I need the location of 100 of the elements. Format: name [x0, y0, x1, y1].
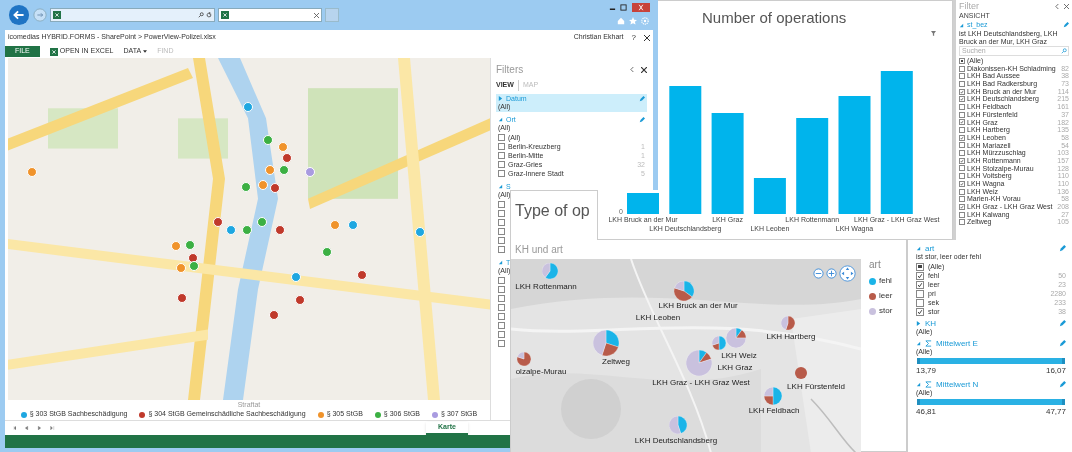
- map-marker[interactable]: [226, 225, 236, 235]
- map-marker[interactable]: [171, 241, 181, 251]
- checkbox[interactable]: [959, 173, 965, 180]
- map-marker[interactable]: [257, 217, 267, 227]
- bar[interactable]: [753, 178, 786, 214]
- checkbox[interactable]: [498, 210, 505, 217]
- pie-marker[interactable]: [795, 367, 807, 379]
- collapse-icon[interactable]: [916, 341, 921, 346]
- checkbox[interactable]: [498, 295, 505, 302]
- map-marker[interactable]: [241, 182, 251, 192]
- checkbox[interactable]: [959, 57, 965, 64]
- close-icon[interactable]: [1064, 3, 1069, 9]
- map-marker[interactable]: [357, 270, 367, 280]
- pie-marker[interactable]: [542, 263, 558, 279]
- zoom-out-icon[interactable]: [813, 268, 824, 279]
- checkbox[interactable]: [959, 203, 965, 210]
- map-marker[interactable]: [177, 293, 187, 303]
- checkbox[interactable]: [498, 286, 505, 293]
- checkbox[interactable]: [959, 96, 965, 103]
- back-icon[interactable]: [630, 67, 635, 72]
- map-marker[interactable]: [291, 272, 301, 282]
- close-icon[interactable]: [314, 12, 319, 18]
- bar[interactable]: [669, 86, 702, 214]
- checkbox[interactable]: [498, 331, 505, 338]
- checkbox[interactable]: [959, 165, 965, 172]
- search-icon[interactable]: [1061, 48, 1067, 54]
- collapse-icon[interactable]: [498, 260, 503, 265]
- checkbox[interactable]: [498, 152, 505, 159]
- checkbox[interactable]: [498, 340, 505, 347]
- map-marker[interactable]: [330, 220, 340, 230]
- bar[interactable]: [796, 118, 829, 214]
- back-icon[interactable]: [8, 4, 30, 26]
- maximize-icon[interactable]: [620, 4, 627, 11]
- map-marker[interactable]: [269, 310, 279, 320]
- pie-marker[interactable]: [593, 330, 619, 356]
- checkbox[interactable]: [959, 150, 965, 157]
- sheet-nav-icon[interactable]: [50, 426, 55, 430]
- checkbox[interactable]: [959, 73, 965, 80]
- map-marker[interactable]: [278, 142, 288, 152]
- map-marker[interactable]: [305, 167, 315, 177]
- checkbox[interactable]: [916, 289, 924, 298]
- checkbox[interactable]: [959, 157, 965, 164]
- pencil-icon[interactable]: [1059, 340, 1066, 347]
- checkbox[interactable]: [959, 88, 965, 95]
- pie-marker[interactable]: [686, 350, 712, 376]
- slider-handle[interactable]: [917, 358, 920, 364]
- map-marker[interactable]: [275, 225, 285, 235]
- search-icon[interactable]: [198, 12, 204, 18]
- checkbox[interactable]: [498, 313, 505, 320]
- checkbox[interactable]: [959, 127, 965, 134]
- checkbox[interactable]: [959, 65, 965, 72]
- sheet-nav-icon[interactable]: [37, 426, 42, 430]
- checkbox[interactable]: [959, 196, 965, 203]
- checkbox[interactable]: [498, 143, 505, 150]
- pencil-icon[interactable]: [1059, 320, 1066, 327]
- map-marker[interactable]: [213, 217, 223, 227]
- map-marker[interactable]: [189, 261, 199, 271]
- bar[interactable]: [880, 71, 913, 214]
- map-marker[interactable]: [185, 240, 195, 250]
- collapse-icon[interactable]: [959, 22, 964, 28]
- map-marker[interactable]: [415, 227, 425, 237]
- close-icon[interactable]: [641, 66, 647, 73]
- checkbox[interactable]: [498, 246, 505, 253]
- slider-handle[interactable]: [1062, 399, 1065, 405]
- checkbox[interactable]: [916, 271, 924, 280]
- star-icon[interactable]: [629, 17, 637, 25]
- map-marker[interactable]: [263, 135, 273, 145]
- checkbox[interactable]: [959, 188, 965, 195]
- checkbox[interactable]: [498, 237, 505, 244]
- sheet-nav-icon[interactable]: [24, 426, 29, 430]
- pie-marker[interactable]: [726, 328, 746, 348]
- pie-marker[interactable]: [781, 316, 795, 330]
- map-marker[interactable]: [242, 225, 252, 235]
- checkbox[interactable]: [498, 277, 505, 284]
- map-marker[interactable]: [27, 167, 37, 177]
- collapse-icon[interactable]: [498, 184, 503, 189]
- checkbox[interactable]: [916, 280, 924, 289]
- map-marker[interactable]: [295, 295, 305, 305]
- collapse-icon[interactable]: [916, 246, 921, 251]
- map-marker[interactable]: [258, 180, 268, 190]
- checkbox[interactable]: [916, 298, 924, 307]
- checkbox[interactable]: [959, 111, 965, 118]
- pencil-icon[interactable]: [639, 116, 645, 123]
- range-slider[interactable]: [917, 399, 1065, 405]
- help-button[interactable]: ?: [631, 31, 636, 44]
- range-slider[interactable]: [917, 358, 1065, 364]
- collapse-icon[interactable]: [916, 382, 921, 387]
- slider-handle[interactable]: [917, 399, 920, 405]
- pencil-icon[interactable]: [1059, 245, 1066, 252]
- pencil-icon[interactable]: [1063, 22, 1069, 28]
- pie-marker[interactable]: [764, 387, 782, 405]
- checkbox[interactable]: [498, 322, 505, 329]
- pencil-icon[interactable]: [639, 95, 645, 102]
- checkbox[interactable]: [959, 134, 965, 141]
- checkbox[interactable]: [498, 201, 505, 208]
- checkbox[interactable]: [959, 119, 965, 126]
- slider-handle[interactable]: [1062, 358, 1065, 364]
- collapse-icon[interactable]: [498, 117, 503, 122]
- checkbox[interactable]: [498, 304, 505, 311]
- map-marker[interactable]: [282, 153, 292, 163]
